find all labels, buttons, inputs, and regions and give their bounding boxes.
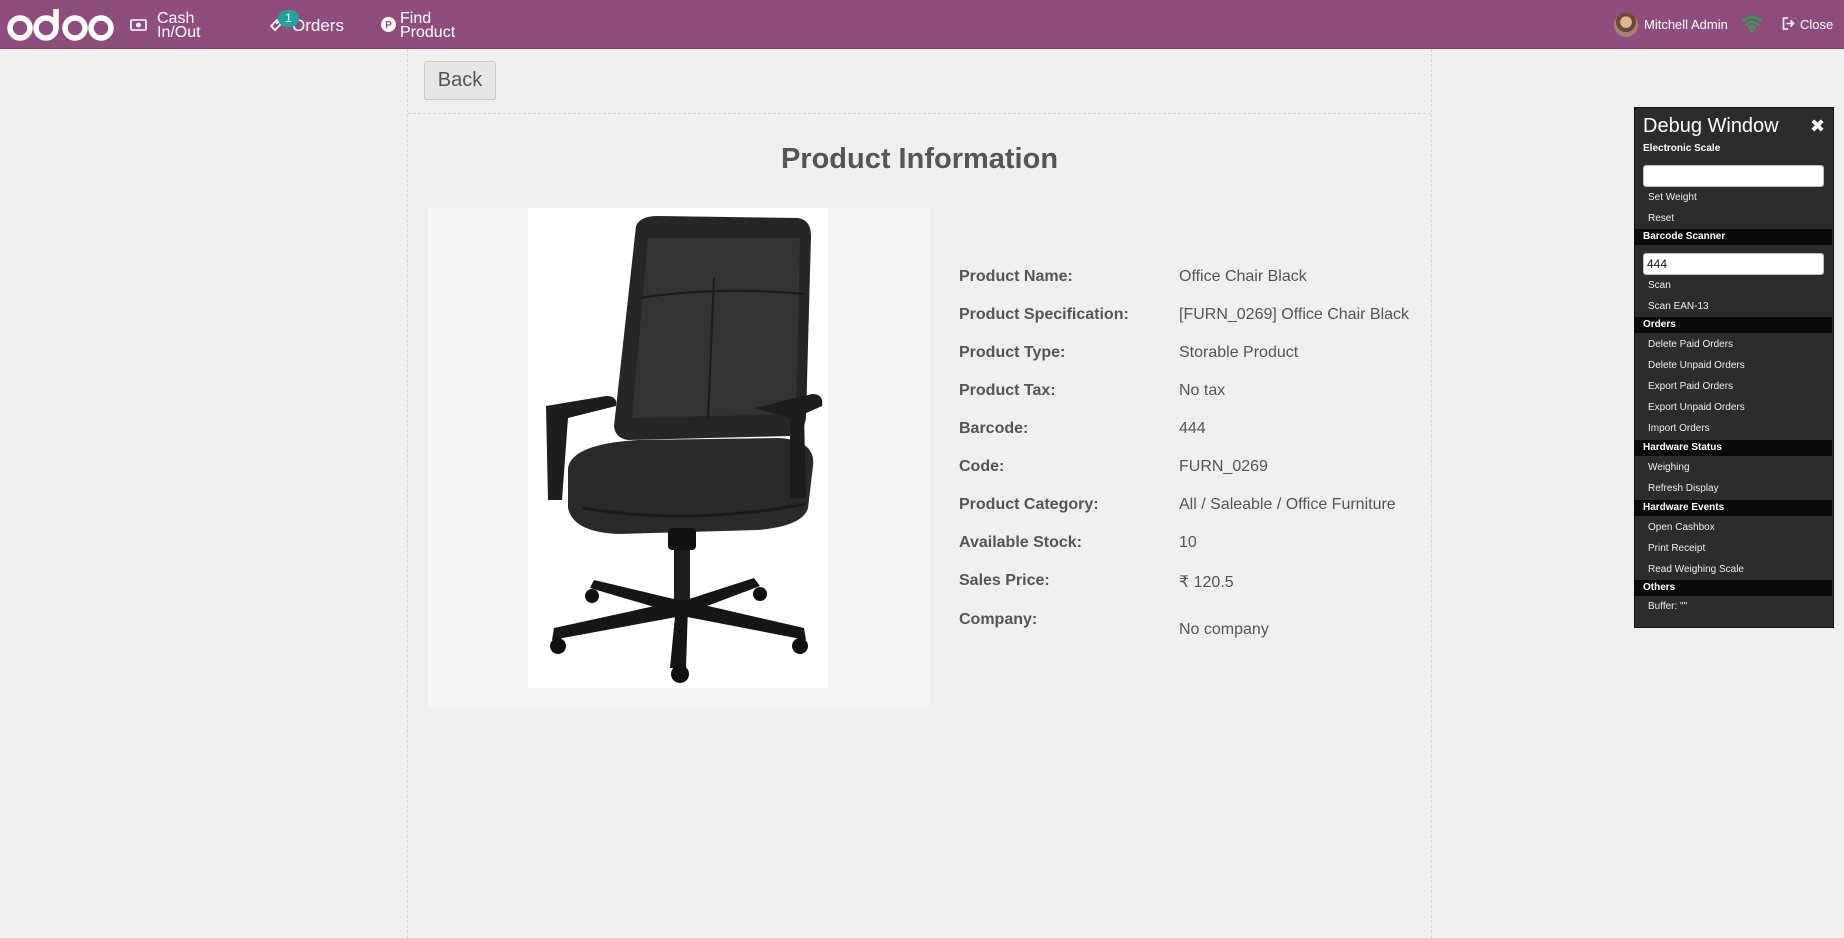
field-label: Sales Price: [959, 572, 1050, 589]
debug-title: Debug Window [1643, 115, 1779, 137]
field-value: Office Chair Black [1179, 268, 1307, 285]
screen-header: Back [408, 49, 1431, 114]
orders-button[interactable]: 1 Orders [268, 0, 344, 49]
field-label: Company: [959, 611, 1038, 628]
buffer-readout: Buffer: "" [1648, 601, 1688, 612]
field-value: All / Saleable / Office Furniture [1179, 496, 1396, 513]
product-p-icon: P [381, 17, 396, 32]
export-unpaid-orders-button[interactable]: Export Unpaid Orders [1648, 402, 1745, 413]
open-cashbox-button[interactable]: Open Cashbox [1648, 522, 1715, 533]
find-product-button[interactable]: P Find Product [381, 0, 455, 49]
barcode-input[interactable]: 444 [1643, 253, 1824, 275]
scan-button[interactable]: Scan [1648, 280, 1671, 291]
debug-section-others: Others [1634, 580, 1832, 596]
field-label: Product Name: [959, 268, 1073, 285]
set-weight-button[interactable]: Set Weight [1648, 192, 1697, 203]
delete-paid-orders-button[interactable]: Delete Paid Orders [1648, 339, 1733, 350]
import-orders-button[interactable]: Import Orders [1648, 423, 1710, 434]
wifi-icon[interactable] [1741, 13, 1763, 35]
avatar [1614, 12, 1638, 37]
top-navbar: Cash In/Out 1 Orders P Find Product Mitc… [0, 0, 1844, 49]
weight-input[interactable] [1643, 165, 1824, 187]
export-paid-orders-button[interactable]: Export Paid Orders [1648, 381, 1733, 392]
weighing-button[interactable]: Weighing [1648, 462, 1690, 473]
odoo-logo [7, 9, 114, 41]
cash-in-out-button[interactable]: Cash In/Out [130, 0, 201, 49]
page-title: Product Information [780, 143, 1059, 175]
user-name: Mitchell Admin [1644, 17, 1728, 32]
cash-in-out-label: Cash In/Out [157, 10, 201, 41]
scan-ean13-button[interactable]: Scan EAN-13 [1648, 301, 1709, 312]
money-icon [130, 18, 147, 31]
close-label: Close [1800, 17, 1834, 32]
orders-label: Orders [292, 15, 344, 35]
field-value: Storable Product [1179, 344, 1299, 361]
debug-section-hardware-status: Hardware Status [1634, 440, 1832, 456]
field-label: Barcode: [959, 420, 1029, 437]
field-value: No company [1179, 621, 1269, 638]
debug-window: Debug Window ✖ Electronic Scale Set Weig… [1634, 107, 1834, 628]
office-chair-illustration [546, 216, 823, 683]
field-value: 444 [1179, 420, 1206, 437]
product-image-frame [428, 208, 929, 708]
field-value: FURN_0269 [1179, 458, 1268, 475]
find-product-label: Find Product [400, 10, 456, 41]
user-menu[interactable]: Mitchell Admin [1614, 0, 1728, 49]
close-session-button[interactable]: Close [1782, 0, 1833, 49]
print-receipt-button[interactable]: Print Receipt [1648, 543, 1705, 554]
field-label: Available Stock: [959, 534, 1083, 551]
field-value: [FURN_0269] Office Chair Black [1179, 306, 1410, 323]
product-info-screen: Back Product Information Product Name: O… [407, 49, 1432, 938]
refresh-display-button[interactable]: Refresh Display [1648, 483, 1719, 494]
field-label: Product Specification: [959, 306, 1129, 323]
field-label: Code: [959, 458, 1005, 475]
debug-section-orders: Orders [1634, 317, 1832, 333]
debug-section-electronic-scale: Electronic Scale [1643, 143, 1721, 154]
field-value: No tax [1179, 382, 1226, 399]
read-weighing-scale-button[interactable]: Read Weighing Scale [1648, 564, 1744, 575]
orders-count-badge: 1 [278, 10, 299, 27]
back-button[interactable]: Back [424, 61, 496, 100]
field-value: 10 [1179, 534, 1197, 551]
sign-out-icon [1782, 16, 1795, 33]
product-image [528, 208, 828, 688]
debug-section-hardware-events: Hardware Events [1634, 500, 1832, 516]
field-label: Product Tax: [959, 382, 1056, 399]
field-label: Product Type: [959, 344, 1066, 361]
svg-text:P: P [385, 20, 392, 31]
debug-section-barcode-scanner: Barcode Scanner [1634, 229, 1832, 245]
delete-unpaid-orders-button[interactable]: Delete Unpaid Orders [1648, 360, 1745, 371]
reset-button[interactable]: Reset [1648, 213, 1674, 224]
close-icon[interactable]: ✖ [1810, 116, 1825, 137]
field-value: ₹ 120.5 [1179, 574, 1234, 591]
field-label: Product Category: [959, 496, 1099, 513]
